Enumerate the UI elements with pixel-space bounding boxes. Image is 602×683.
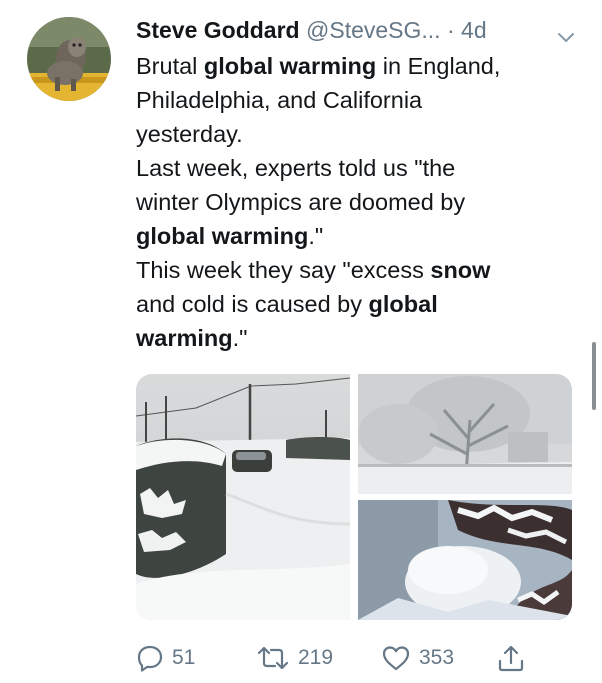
tweet-text-line: warming." [136,321,576,355]
photo-snow-branches[interactable] [358,500,572,620]
scrollbar[interactable] [592,342,596,410]
reply-button[interactable]: 51 [136,638,195,678]
retweet-icon [257,646,289,670]
tweet-text-segment: in England, [376,53,501,79]
tweet-text-line: Brutal global warming in England, [136,49,576,83]
tweet-text: Brutal global warming in England, Philade… [136,49,576,355]
tweet-text-line: global warming." [136,219,576,253]
tweet-text-bold: global warming [136,223,309,249]
tweet-timestamp[interactable]: 4d [461,17,487,43]
retweet-count: 219 [298,646,334,669]
photo-snowy-lane[interactable] [136,374,351,620]
tweet-text-line: winter Olympics are doomed by [136,185,576,219]
tweet-text-line: yesterday. [136,117,576,151]
tweet-text-line: Last week, experts told us "the [136,151,576,185]
tweet-text-segment: winter Olympics are doomed by [136,189,466,215]
author-handle[interactable]: @SteveSG... [306,17,441,43]
media-grid[interactable] [136,374,572,620]
chevron-down-icon[interactable] [556,22,576,42]
tweet-text-bold: global [368,291,438,317]
tweet-text-line: and cold is caused by global [136,287,576,321]
tweet-text-segment: This week they say "excess [136,257,431,283]
tweet-text-bold: global warming [203,53,377,79]
like-button[interactable]: 353 [381,638,454,678]
tweet-header: Steve Goddard @SteveSG... · 4d [136,14,576,46]
author-name[interactable]: Steve Goddard [136,17,300,43]
tweet-text-line: Philadelphia, and California [136,83,576,117]
retweet-button[interactable]: 219 [256,638,333,678]
tweet-text-segment: ." [308,223,324,249]
photo-snowy-tree[interactable] [358,374,572,494]
share-icon [498,645,524,672]
tweet-actions: 51 219 353 [136,638,576,678]
tweet-text-segment: and cold is caused by [136,291,369,317]
tweet-text-line: This week they say "excess snow [136,253,576,287]
tweet-text-segment: yesterday. [136,121,243,147]
tweet-text-segment: Philadelphia, and California [136,87,423,113]
reply-icon [137,645,163,672]
tweet-text-bold: warming [136,325,233,351]
tweet-text-segment: Last week, experts told us "the [136,155,456,181]
separator-dot: · [446,17,455,43]
share-button[interactable] [496,638,526,678]
like-count: 353 [419,646,455,669]
heart-icon [382,646,410,671]
tweet-text-bold: snow [430,257,491,283]
tweet-text-segment: Brutal [136,53,204,79]
tweet-text-segment: ." [232,325,248,351]
reply-count: 51 [172,646,196,669]
avatar[interactable] [27,17,111,101]
avatar-image [27,17,111,101]
